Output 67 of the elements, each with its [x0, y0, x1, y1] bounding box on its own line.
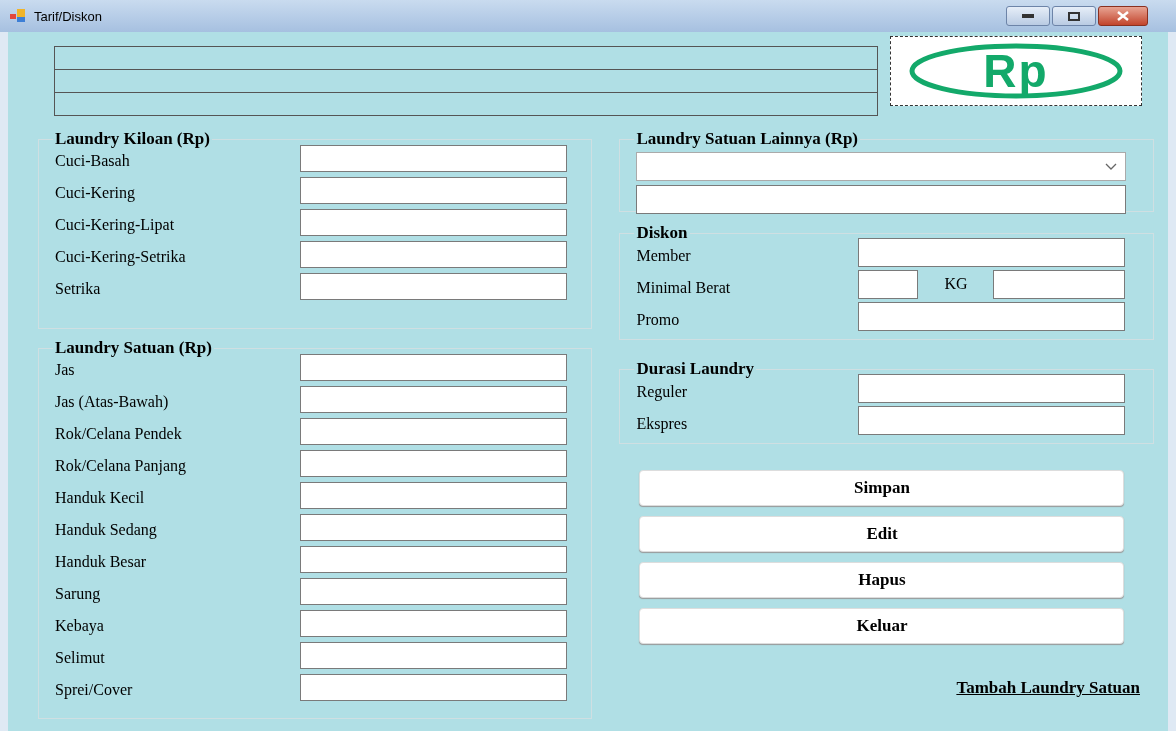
maximize-icon: [1068, 11, 1080, 21]
close-button[interactable]: [1098, 6, 1148, 26]
logo-text: Rp: [983, 48, 1049, 94]
group-title: Durasi Laundry: [635, 360, 756, 378]
input-field[interactable]: [300, 609, 567, 637]
field-label: Minimal Berat: [636, 279, 732, 297]
field-label: Rok/Celana Pendek: [55, 425, 183, 443]
field-label: Selimut: [55, 649, 106, 667]
field-label: Ekspres: [636, 415, 689, 433]
add-item-link[interactable]: Tambah Laundry Satuan: [956, 678, 1140, 698]
action-button[interactable]: Edit: [639, 516, 1125, 552]
input-field[interactable]: [300, 673, 567, 701]
chevron-icon: [1105, 163, 1118, 170]
window-title: Tarif/Diskon: [34, 8, 103, 24]
field-label: Setrika: [55, 280, 102, 298]
dropdown[interactable]: [636, 152, 1127, 181]
unit-label: KG: [943, 275, 969, 293]
field-label: Handuk Kecil: [55, 489, 146, 507]
input-field[interactable]: [300, 641, 567, 669]
input-field[interactable]: [858, 237, 1126, 267]
input-field[interactable]: [300, 545, 567, 573]
input-field[interactable]: [636, 185, 1127, 214]
field-label: Jas (Atas-Bawah): [55, 393, 170, 411]
input-field[interactable]: [300, 513, 567, 541]
input-field[interactable]: [858, 405, 1126, 435]
field-label: Cuci-Kering-Setrika: [55, 248, 187, 266]
input-field[interactable]: [300, 272, 567, 300]
field-label: Handuk Besar: [55, 553, 148, 571]
input-field[interactable]: [300, 481, 567, 509]
input-field[interactable]: [300, 385, 567, 413]
field-label: Sprei/Cover: [55, 681, 134, 699]
input-field[interactable]: [300, 353, 567, 381]
input-field[interactable]: [300, 449, 567, 477]
field-label: Member: [636, 247, 692, 265]
group-title: Laundry Satuan (Rp): [54, 339, 213, 357]
field-label: Jas: [55, 361, 76, 379]
input-field[interactable]: [300, 240, 567, 268]
input-field[interactable]: [858, 301, 1126, 331]
input-field[interactable]: [300, 176, 567, 204]
app-icon: [10, 9, 26, 23]
field-label: Cuci-Kering: [55, 184, 136, 202]
action-button[interactable]: Simpan: [639, 470, 1125, 506]
input-field[interactable]: [300, 417, 567, 445]
input-field[interactable]: [858, 373, 1126, 403]
minimize-button[interactable]: [1006, 6, 1050, 26]
field-label: Promo: [636, 311, 681, 329]
close-icon: [1117, 11, 1129, 21]
input-field[interactable]: [993, 269, 1126, 299]
field-label: Handuk Sedang: [55, 521, 158, 539]
group-title: Laundry Kiloan (Rp): [54, 130, 211, 148]
action-button[interactable]: Hapus: [639, 562, 1125, 598]
input-field[interactable]: [300, 577, 567, 605]
field-label: Cuci-Basah: [55, 152, 131, 170]
input-field[interactable]: [858, 269, 919, 299]
maximize-button[interactable]: [1052, 6, 1096, 26]
field-label: Kebaya: [55, 617, 105, 635]
group-title: Diskon: [635, 224, 689, 242]
input-field[interactable]: [300, 144, 567, 172]
field-label: Sarung: [55, 585, 102, 603]
action-button[interactable]: Keluar: [639, 608, 1125, 644]
ring-icon: [909, 43, 1123, 99]
field-label: Reguler: [636, 383, 689, 401]
input-field[interactable]: [300, 208, 567, 236]
minimize-icon: [1022, 14, 1034, 18]
group-title: Laundry Satuan Lainnya (Rp): [635, 130, 860, 148]
field-label: Rok/Celana Panjang: [55, 457, 188, 475]
field-label: Cuci-Kering-Lipat: [55, 216, 176, 234]
